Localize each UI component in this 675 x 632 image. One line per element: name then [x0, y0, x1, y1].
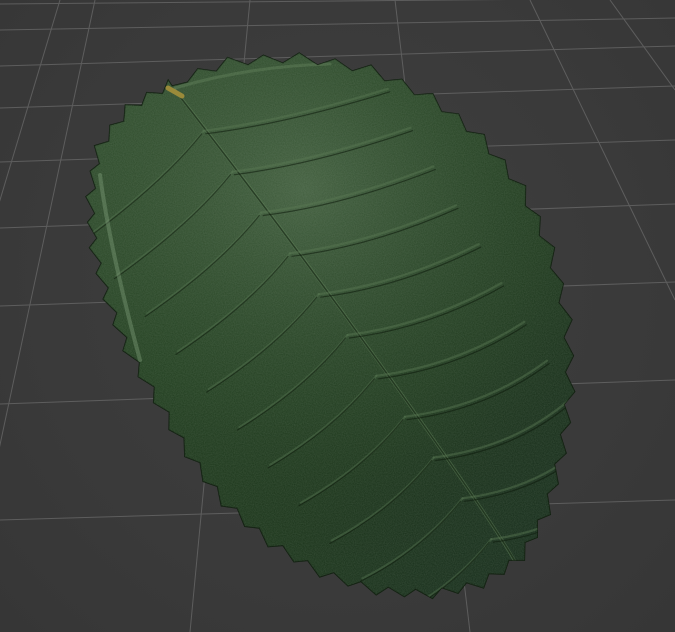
- grid-line: [0, 0, 507, 5]
- viewport-canvas[interactable]: [0, 0, 675, 632]
- grid-line: [0, 0, 96, 448]
- leaf-model[interactable]: [0, 0, 675, 632]
- 3d-viewport[interactable]: [0, 0, 675, 632]
- grid-line: [609, 0, 675, 91]
- grid-line: [0, 0, 61, 202]
- grid-line: [0, 17, 675, 31]
